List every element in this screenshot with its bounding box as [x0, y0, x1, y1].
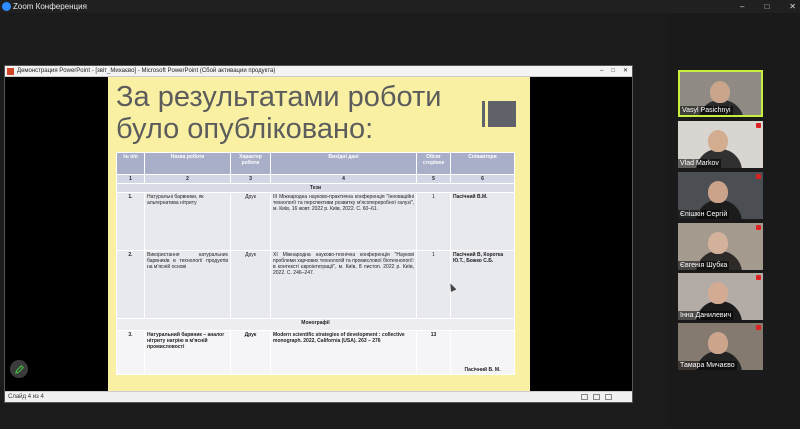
row-source: ХІ Міжнародна науково-технічна конференц…: [270, 250, 417, 319]
maximize-button[interactable]: □: [764, 0, 769, 13]
slideshow-stage: За результатами роботи було опубліковано…: [5, 77, 632, 391]
participant-name: Vlad Markov: [678, 159, 721, 168]
pencil-icon: [14, 364, 24, 374]
section-row-monographs: Монографії: [116, 318, 515, 331]
section-theses-label: Тези: [116, 183, 515, 193]
participant-tile[interactable]: Інна Данилевич: [678, 273, 763, 320]
powerpoint-window-controls: – □ ✕: [600, 66, 628, 77]
participant-face: [710, 81, 730, 103]
mic-muted-icon: [756, 225, 761, 230]
header-kind: Характер роботи: [230, 152, 271, 175]
slide-counter: Слайд 4 из 4: [8, 394, 44, 400]
participant-tile[interactable]: Тамара Мичаєво: [678, 323, 763, 370]
participant-name: Тамара Мичаєво: [678, 361, 737, 370]
table-row: 2. Використання натуральних барвників в …: [116, 250, 515, 319]
decorative-bar: [482, 101, 485, 127]
row-name: Натуральні барвники, як альтернатива ніт…: [144, 192, 231, 251]
row-pages: 1: [416, 250, 451, 319]
participant-tile[interactable]: Vasyl Pasichnyi: [678, 70, 763, 117]
powerpoint-titlebar: Демонстрация PowerPoint - [звіт_Михаєво]…: [5, 66, 632, 77]
minimize-button[interactable]: –: [740, 0, 744, 13]
powerpoint-window: Демонстрация PowerPoint - [звіт_Михаєво]…: [4, 65, 633, 403]
table-row: 3. Натуральний барвник – аналог нітриту …: [116, 330, 515, 375]
row-kind: Друк: [230, 192, 271, 251]
participant-face: [708, 181, 728, 203]
row-coauthors: Пасічний В. М.: [450, 330, 515, 375]
participant-name: Інна Данилевич: [678, 311, 734, 320]
colnum-2: 2: [144, 174, 231, 184]
mic-muted-icon: [756, 325, 761, 330]
slideshow-view-icon[interactable]: [605, 394, 612, 400]
slide[interactable]: За результатами роботи було опубліковано…: [108, 77, 530, 391]
participant-face: [708, 232, 728, 254]
row-num: 3.: [116, 330, 145, 375]
colnum-6: 6: [450, 174, 515, 184]
colnum-1: 1: [116, 174, 145, 184]
normal-view-icon[interactable]: [581, 394, 588, 400]
zoom-window-title: Zoom Конференция: [13, 2, 87, 11]
row-coauthors: Пасічний В.М.: [450, 192, 515, 251]
colnum-5: 5: [416, 174, 451, 184]
mic-muted-icon: [756, 123, 761, 128]
participant-gallery: Vasyl Pasichnyi Vlad Markov Єпішкін Сергій…: [668, 13, 800, 429]
participant-face: [708, 282, 728, 304]
participant-face: [708, 130, 728, 152]
row-source: Modern scientific strategies of developm…: [270, 330, 417, 375]
row-coauthors: Пасічний В, Коротка Ю.Т., Божко С.Б.: [450, 250, 515, 319]
colnum-3: 3: [230, 174, 271, 184]
row-name: Використання натуральних барвників в тех…: [144, 250, 231, 319]
row-pages: 13: [416, 330, 451, 375]
participant-face: [708, 332, 728, 354]
slide-title: За результатами роботи було опубліковано…: [116, 81, 442, 145]
close-button[interactable]: ✕: [789, 0, 796, 13]
ppt-close-button[interactable]: ✕: [623, 66, 628, 77]
sorter-view-icon[interactable]: [593, 394, 600, 400]
colnum-4: 4: [270, 174, 417, 184]
powerpoint-statusbar: Слайд 4 из 4: [5, 391, 632, 402]
row-kind: Друк: [230, 330, 271, 375]
participant-name: Єпішкін Сергій: [678, 210, 730, 219]
section-row-theses: Тези: [116, 183, 515, 193]
view-buttons: [581, 394, 612, 400]
participant-name: Євгенія Шубка: [678, 261, 730, 270]
row-source: ІІІ Міжнародна науково-практична конфере…: [270, 192, 417, 251]
table-row: 1. Натуральні барвники, як альтернатива …: [116, 192, 515, 251]
header-num: № п/п: [116, 152, 145, 175]
header-source: Вихідні дані: [270, 152, 417, 175]
powerpoint-window-title: Демонстрация PowerPoint - [звіт_Михаєво]…: [17, 68, 276, 74]
header-name: Назва роботи: [144, 152, 231, 175]
mic-muted-icon: [756, 174, 761, 179]
row-kind: Друк: [230, 250, 271, 319]
participant-name: Vasyl Pasichnyi: [680, 106, 733, 115]
row-num: 1.: [116, 192, 145, 251]
header-pages: Обсяг сторінок: [416, 152, 451, 175]
row-num: 2.: [116, 250, 145, 319]
zoom-titlebar: Zoom Конференция – □ ✕: [0, 0, 800, 13]
table-header-row: № п/п Назва роботи Характер роботи Вихід…: [116, 152, 515, 175]
header-coauthors: Співавтори: [450, 152, 515, 175]
participant-tile[interactable]: Vlad Markov: [678, 121, 763, 168]
mic-muted-icon: [756, 275, 761, 280]
ppt-minimize-button[interactable]: –: [600, 66, 603, 77]
ppt-maximize-button[interactable]: □: [611, 66, 615, 77]
powerpoint-icon: [7, 68, 14, 75]
row-name: Натуральний барвник – аналог нітриту нат…: [144, 330, 231, 375]
zoom-window-controls: – □ ✕: [740, 0, 796, 13]
decorative-block: [488, 101, 516, 127]
screen-share-area: Демонстрация PowerPoint - [звіт_Михаєво]…: [0, 13, 668, 429]
row-pages: 1: [416, 192, 451, 251]
annotate-button[interactable]: [10, 360, 28, 378]
publications-table: № п/п Назва роботи Характер роботи Вихід…: [116, 152, 515, 375]
column-number-row: 1 2 3 4 5 6: [116, 174, 515, 184]
participant-tile[interactable]: Євгенія Шубка: [678, 223, 763, 270]
participant-tile[interactable]: Єпішкін Сергій: [678, 172, 763, 219]
section-monographs-label: Монографії: [116, 318, 515, 331]
zoom-logo-icon: [2, 2, 11, 11]
